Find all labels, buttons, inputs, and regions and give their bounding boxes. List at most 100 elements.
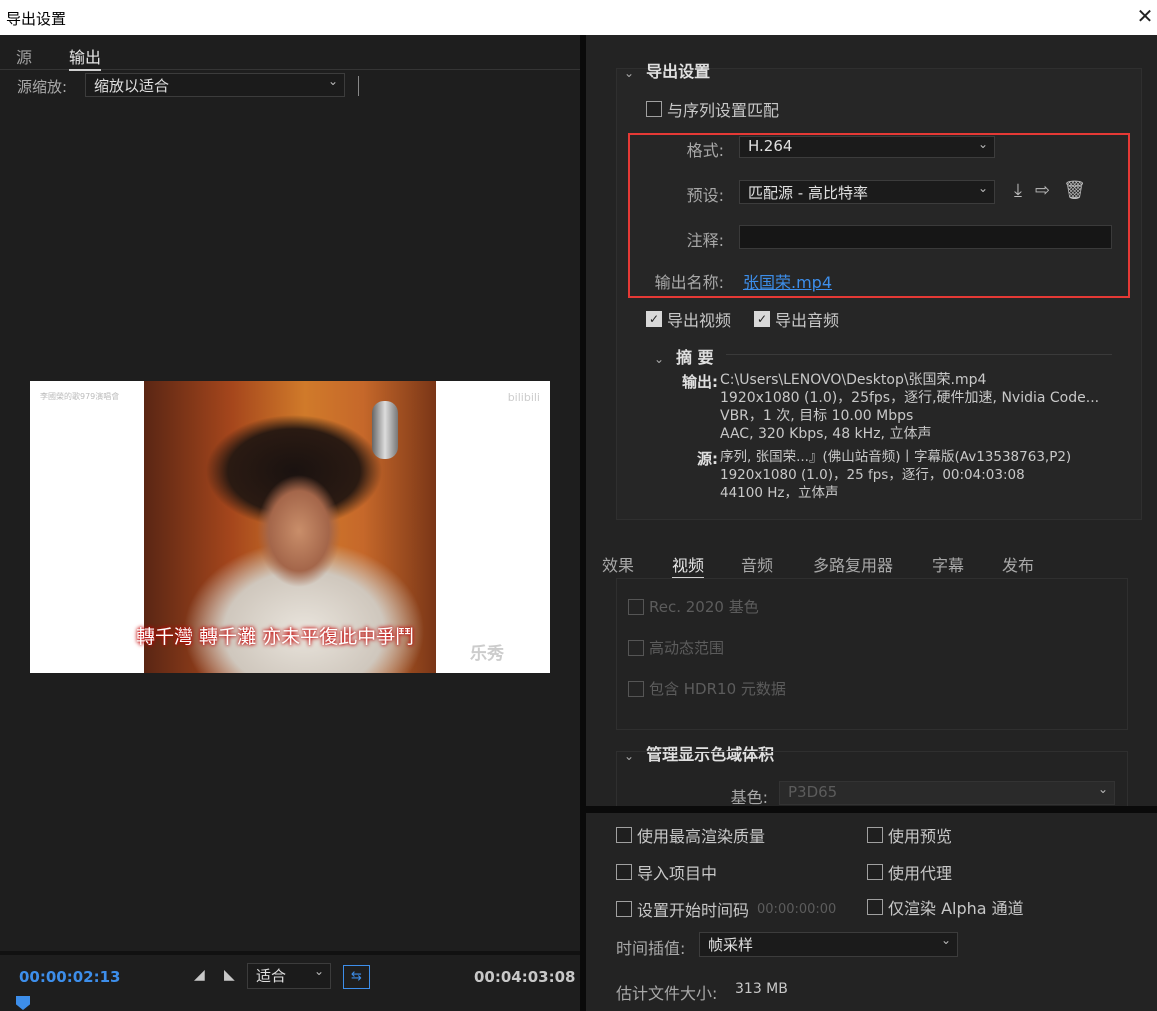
checkbox-box[interactable] bbox=[867, 899, 883, 915]
use-preview-label: 使用预览 bbox=[888, 827, 953, 846]
export-settings-title: 导出设置 bbox=[646, 62, 711, 81]
filesize-label: 估计文件大小: bbox=[616, 984, 718, 1003]
summary-source-values: 序列, 张国荣...』(佛山站音频)丨字幕版(Av13538763,P2) 19… bbox=[720, 448, 1071, 502]
settings-tabs: 效果 视频 音频 多路复用器 字幕 发布 bbox=[586, 545, 1157, 579]
alpha-only-label: 仅渲染 Alpha 通道 bbox=[888, 899, 1024, 918]
checkbox-box[interactable] bbox=[628, 639, 644, 656]
tab-multiplexer[interactable]: 多路复用器 bbox=[813, 552, 893, 576]
tab-captions[interactable]: 字幕 bbox=[932, 552, 964, 576]
fit-dropdown[interactable]: 适合 ⌄ bbox=[247, 963, 331, 989]
comment-input[interactable] bbox=[739, 225, 1112, 249]
watermark-top-left: 李國榮的歌979演唱會 bbox=[40, 392, 120, 401]
checkbox-box[interactable] bbox=[628, 598, 644, 615]
start-timecode-value[interactable]: 00:00:00:00 bbox=[757, 902, 836, 917]
hdr10-label: 包含 HDR10 元数据 bbox=[649, 680, 786, 698]
comment-label: 注释: bbox=[686, 231, 724, 250]
export-settings-header[interactable]: ⌄ 导出设置 bbox=[624, 58, 710, 82]
preset-label: 预设: bbox=[686, 186, 724, 205]
use-preview-checkbox[interactable]: 使用预览 bbox=[867, 823, 952, 847]
checkbox-box[interactable] bbox=[616, 827, 632, 843]
use-proxy-label: 使用代理 bbox=[888, 864, 953, 883]
chevron-down-icon[interactable]: ⌄ bbox=[624, 66, 634, 80]
summary-line: C:\Users\LENOVO\Desktop\张国荣.mp4 bbox=[720, 372, 987, 388]
interp-value: 帧采样 bbox=[708, 936, 754, 954]
divider bbox=[358, 76, 359, 96]
source-scale-dropdown[interactable]: 缩放以适合 ⌄ bbox=[85, 73, 345, 97]
tab-effects[interactable]: 效果 bbox=[602, 552, 634, 576]
current-timecode[interactable]: 00:00:02:13 bbox=[19, 968, 121, 986]
source-output-tabs: 源 输出 bbox=[0, 35, 580, 71]
match-sequence-checkbox[interactable]: 与序列设置匹配 bbox=[646, 97, 779, 121]
trash-icon[interactable]: 🗑 bbox=[1063, 180, 1086, 201]
timeline: 00:00:02:13 ◢ ◣ 适合 ⌄ ⇆ 00:04:03:08 bbox=[0, 951, 580, 1011]
interp-dropdown[interactable]: 帧采样 ⌄ bbox=[699, 932, 958, 957]
chevron-down-icon: ⌄ bbox=[327, 74, 338, 88]
export-video-label: 导出视频 bbox=[667, 311, 732, 330]
tab-video[interactable]: 视频 bbox=[672, 552, 705, 579]
import-preset-icon[interactable]: ⇨ bbox=[1035, 180, 1050, 201]
preset-value: 匹配源 - 高比特率 bbox=[748, 184, 868, 202]
summary-line: 1920x1080 (1.0)，25fps，逐行,硬件加速, Nvidia Co… bbox=[720, 390, 1100, 406]
rec2020-checkbox[interactable]: Rec. 2020 基色 bbox=[628, 596, 759, 617]
save-preset-icon[interactable]: ⤓ bbox=[1014, 180, 1022, 201]
summary-source-key: 源: bbox=[697, 450, 718, 468]
summary-output-values: C:\Users\LENOVO\Desktop\张国荣.mp4 1920x108… bbox=[720, 371, 1099, 443]
source-scale-value: 缩放以适合 bbox=[94, 77, 170, 95]
summary-line: 序列, 张国荣...』(佛山站音频)丨字幕版(Av13538763,P2) bbox=[720, 449, 1072, 465]
import-project-checkbox[interactable]: 导入项目中 bbox=[616, 860, 717, 884]
summary-output-key: 输出: bbox=[682, 373, 718, 391]
primary-dropdown[interactable]: P3D65 ⌄ bbox=[779, 781, 1115, 805]
max-quality-label: 使用最高渲染质量 bbox=[637, 827, 766, 846]
chevron-down-icon[interactable]: ⌄ bbox=[654, 352, 664, 366]
checkbox-box[interactable] bbox=[616, 864, 632, 880]
chevron-down-icon: ⌄ bbox=[977, 181, 988, 195]
timeline-track[interactable] bbox=[0, 951, 580, 955]
tab-audio[interactable]: 音频 bbox=[741, 552, 773, 576]
checkbox-box[interactable] bbox=[646, 101, 662, 117]
checkbox-box[interactable] bbox=[867, 864, 883, 880]
checkbox-box[interactable]: ✓ bbox=[754, 311, 770, 327]
video-preview: 李國榮的歌979演唱會 bilibili 乐秀 轉千灣 轉千灘 亦未平復此中爭鬥 bbox=[30, 381, 550, 673]
format-label: 格式: bbox=[686, 141, 724, 160]
summary-header[interactable]: ⌄ 摘 要 bbox=[654, 344, 714, 368]
checkbox-box[interactable]: ✓ bbox=[646, 311, 662, 327]
start-timecode-checkbox[interactable]: 设置开始时间码 00:00:00:00 bbox=[616, 897, 836, 921]
aspect-correction-button[interactable]: ⇆ bbox=[343, 965, 370, 989]
render-options: 使用最高渲染质量 使用预览 导入项目中 使用代理 设置开始时间码 00:00:0… bbox=[586, 813, 1157, 1011]
tab-output[interactable]: 输出 bbox=[69, 44, 102, 71]
format-dropdown[interactable]: H.264 ⌄ bbox=[739, 136, 995, 158]
tab-publish[interactable]: 发布 bbox=[1002, 552, 1034, 576]
summary-line: 1920x1080 (1.0)，25 fps，逐行，00:04:03:08 bbox=[720, 467, 1025, 483]
hdr-label: 高动态范围 bbox=[649, 639, 725, 657]
alpha-only-checkbox[interactable]: 仅渲染 Alpha 通道 bbox=[867, 895, 1024, 919]
max-quality-checkbox[interactable]: 使用最高渲染质量 bbox=[616, 823, 765, 847]
total-duration: 00:04:03:08 bbox=[474, 968, 576, 986]
tab-source[interactable]: 源 bbox=[16, 44, 32, 68]
match-sequence-label: 与序列设置匹配 bbox=[667, 101, 780, 120]
hdr10-checkbox[interactable]: 包含 HDR10 元数据 bbox=[628, 678, 786, 699]
import-project-label: 导入项目中 bbox=[637, 864, 718, 883]
chevron-down-icon: ⌄ bbox=[940, 933, 951, 947]
checkbox-box[interactable] bbox=[867, 827, 883, 843]
export-video-checkbox[interactable]: ✓ 导出视频 bbox=[646, 307, 731, 331]
playhead-handle[interactable] bbox=[16, 996, 30, 1010]
hdr-checkbox[interactable]: 高动态范围 bbox=[628, 637, 724, 658]
mark-out-icon[interactable]: ◣ bbox=[224, 967, 235, 983]
primary-value: P3D65 bbox=[788, 783, 838, 801]
mark-in-icon[interactable]: ◢ bbox=[194, 967, 205, 983]
summary-line: 44100 Hz，立体声 bbox=[720, 485, 839, 501]
output-name-label: 输出名称: bbox=[654, 273, 724, 292]
preset-actions: ⤓ ⇨ 🗑 bbox=[1014, 180, 1086, 201]
use-proxy-checkbox[interactable]: 使用代理 bbox=[867, 860, 952, 884]
chevron-down-icon: ⌄ bbox=[313, 964, 324, 978]
export-audio-checkbox[interactable]: ✓ 导出音频 bbox=[754, 307, 839, 331]
checkbox-box[interactable] bbox=[628, 680, 644, 697]
output-name-link[interactable]: 张国荣.mp4 bbox=[743, 269, 832, 293]
pane-divider-horizontal[interactable] bbox=[586, 806, 1157, 813]
close-icon[interactable]: ✕ bbox=[1133, 4, 1157, 28]
checkbox-box[interactable] bbox=[616, 901, 632, 917]
rec2020-label: Rec. 2020 基色 bbox=[649, 598, 759, 616]
source-scale-row: 源缩放: 缩放以适合 ⌄ bbox=[0, 71, 580, 99]
left-pane: 源 输出 源缩放: 缩放以适合 ⌄ 李國榮的歌979演唱會 bilibili 乐… bbox=[0, 35, 580, 1011]
preset-dropdown[interactable]: 匹配源 - 高比特率 ⌄ bbox=[739, 180, 995, 204]
